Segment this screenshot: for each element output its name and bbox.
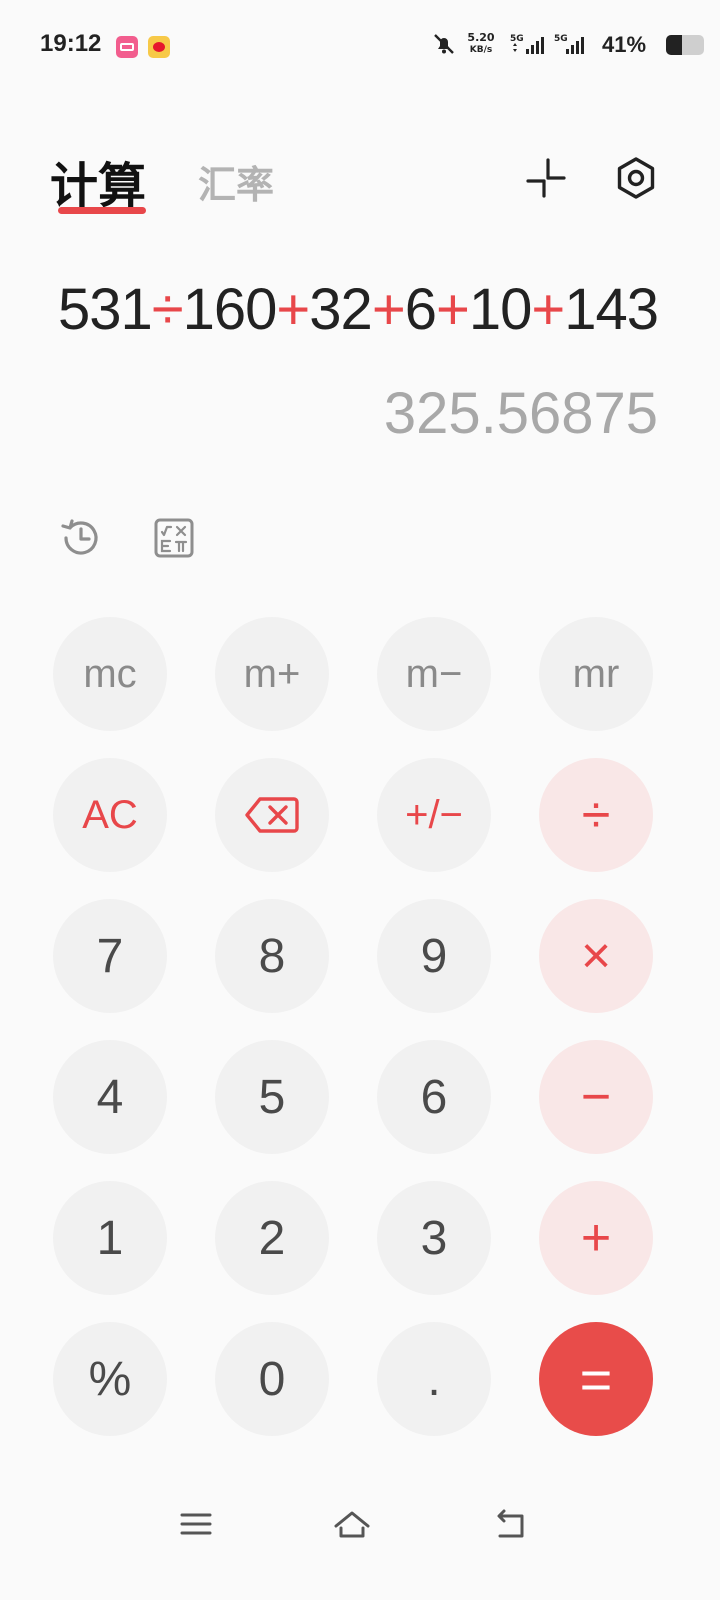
cross-plus-icon[interactable] [522,154,570,202]
menu-icon[interactable] [176,1504,216,1544]
divide-button[interactable]: ÷ [539,758,653,872]
network-label-1: 5G [510,34,524,44]
backspace-button[interactable] [215,758,329,872]
weibo-icon [148,36,170,58]
expression-number: 143 [564,277,659,342]
network-speed: 5.20 KB/s [464,32,498,56]
decimal-point-button[interactable]: . [377,1322,491,1436]
scientific-mode-icon[interactable] [150,514,198,562]
network-label-2: 5G [554,34,568,44]
multiply-button[interactable]: × [539,899,653,1013]
tab-calculate[interactable]: 计算 [50,146,146,216]
plus-button[interactable]: + [539,1181,653,1295]
expression-operator: + [276,277,310,342]
bilibili-icon [116,36,138,58]
all-clear-button[interactable]: AC [53,758,167,872]
signal-5g-icon: 5G [510,34,544,54]
expression-operator: ÷ [151,277,184,342]
backspace-icon [245,797,299,833]
expression-display: 531÷160+32+6+10+143 [58,276,659,343]
expression-number: 32 [309,277,373,342]
digit-1-button[interactable]: 1 [53,1181,167,1295]
settings-icon[interactable] [612,154,660,202]
digit-4-button[interactable]: 4 [53,1040,167,1154]
digit-0-button[interactable]: 0 [215,1322,329,1436]
expression-number: 531 [58,277,153,342]
digit-9-button[interactable]: 9 [377,899,491,1013]
signal-5g-icon-2: 5G [554,34,584,54]
memory-clear-button[interactable]: mc [53,617,167,731]
tab-exchange-rate[interactable]: 汇率 [198,154,274,209]
status-bar: 19:12 5.20 KB/s 5G 5G 41% [0,0,720,96]
battery-level [666,35,682,55]
digit-7-button[interactable]: 7 [53,899,167,1013]
equals-button[interactable]: = [539,1322,653,1436]
digit-8-button[interactable]: 8 [215,899,329,1013]
network-speed-value: 5.20 [467,31,495,44]
memory-recall-button[interactable]: mr [539,617,653,731]
expression-operator: + [371,277,406,342]
minus-button[interactable]: − [539,1040,653,1154]
toggle-sign-button[interactable]: +/− [377,758,491,872]
digit-6-button[interactable]: 6 [377,1040,491,1154]
expression-number: 10 [468,277,533,342]
digit-5-button[interactable]: 5 [215,1040,329,1154]
status-time: 19:12 [40,30,102,57]
expression-operator: + [435,277,470,342]
network-speed-unit: KB/s [469,45,493,55]
percent-button[interactable]: % [53,1322,167,1436]
expression-number: 160 [182,277,278,342]
digit-3-button[interactable]: 3 [377,1181,491,1295]
expression-number: 6 [404,277,437,342]
back-icon[interactable] [490,1504,530,1544]
battery-icon [666,35,704,55]
battery-percent: 41% [602,32,647,57]
history-icon[interactable] [56,514,104,562]
home-icon[interactable] [332,1504,372,1544]
mute-bell-icon [434,34,454,54]
result-display: 325.56875 [383,381,658,446]
memory-subtract-button[interactable]: m− [377,617,491,731]
calculator-screen: 19:12 5.20 KB/s 5G 5G 41% 计算 汇率 531÷160+… [0,0,720,1600]
digit-2-button[interactable]: 2 [215,1181,329,1295]
expression-operator: + [531,277,565,342]
active-tab-indicator [58,207,146,214]
memory-add-button[interactable]: m+ [215,617,329,731]
